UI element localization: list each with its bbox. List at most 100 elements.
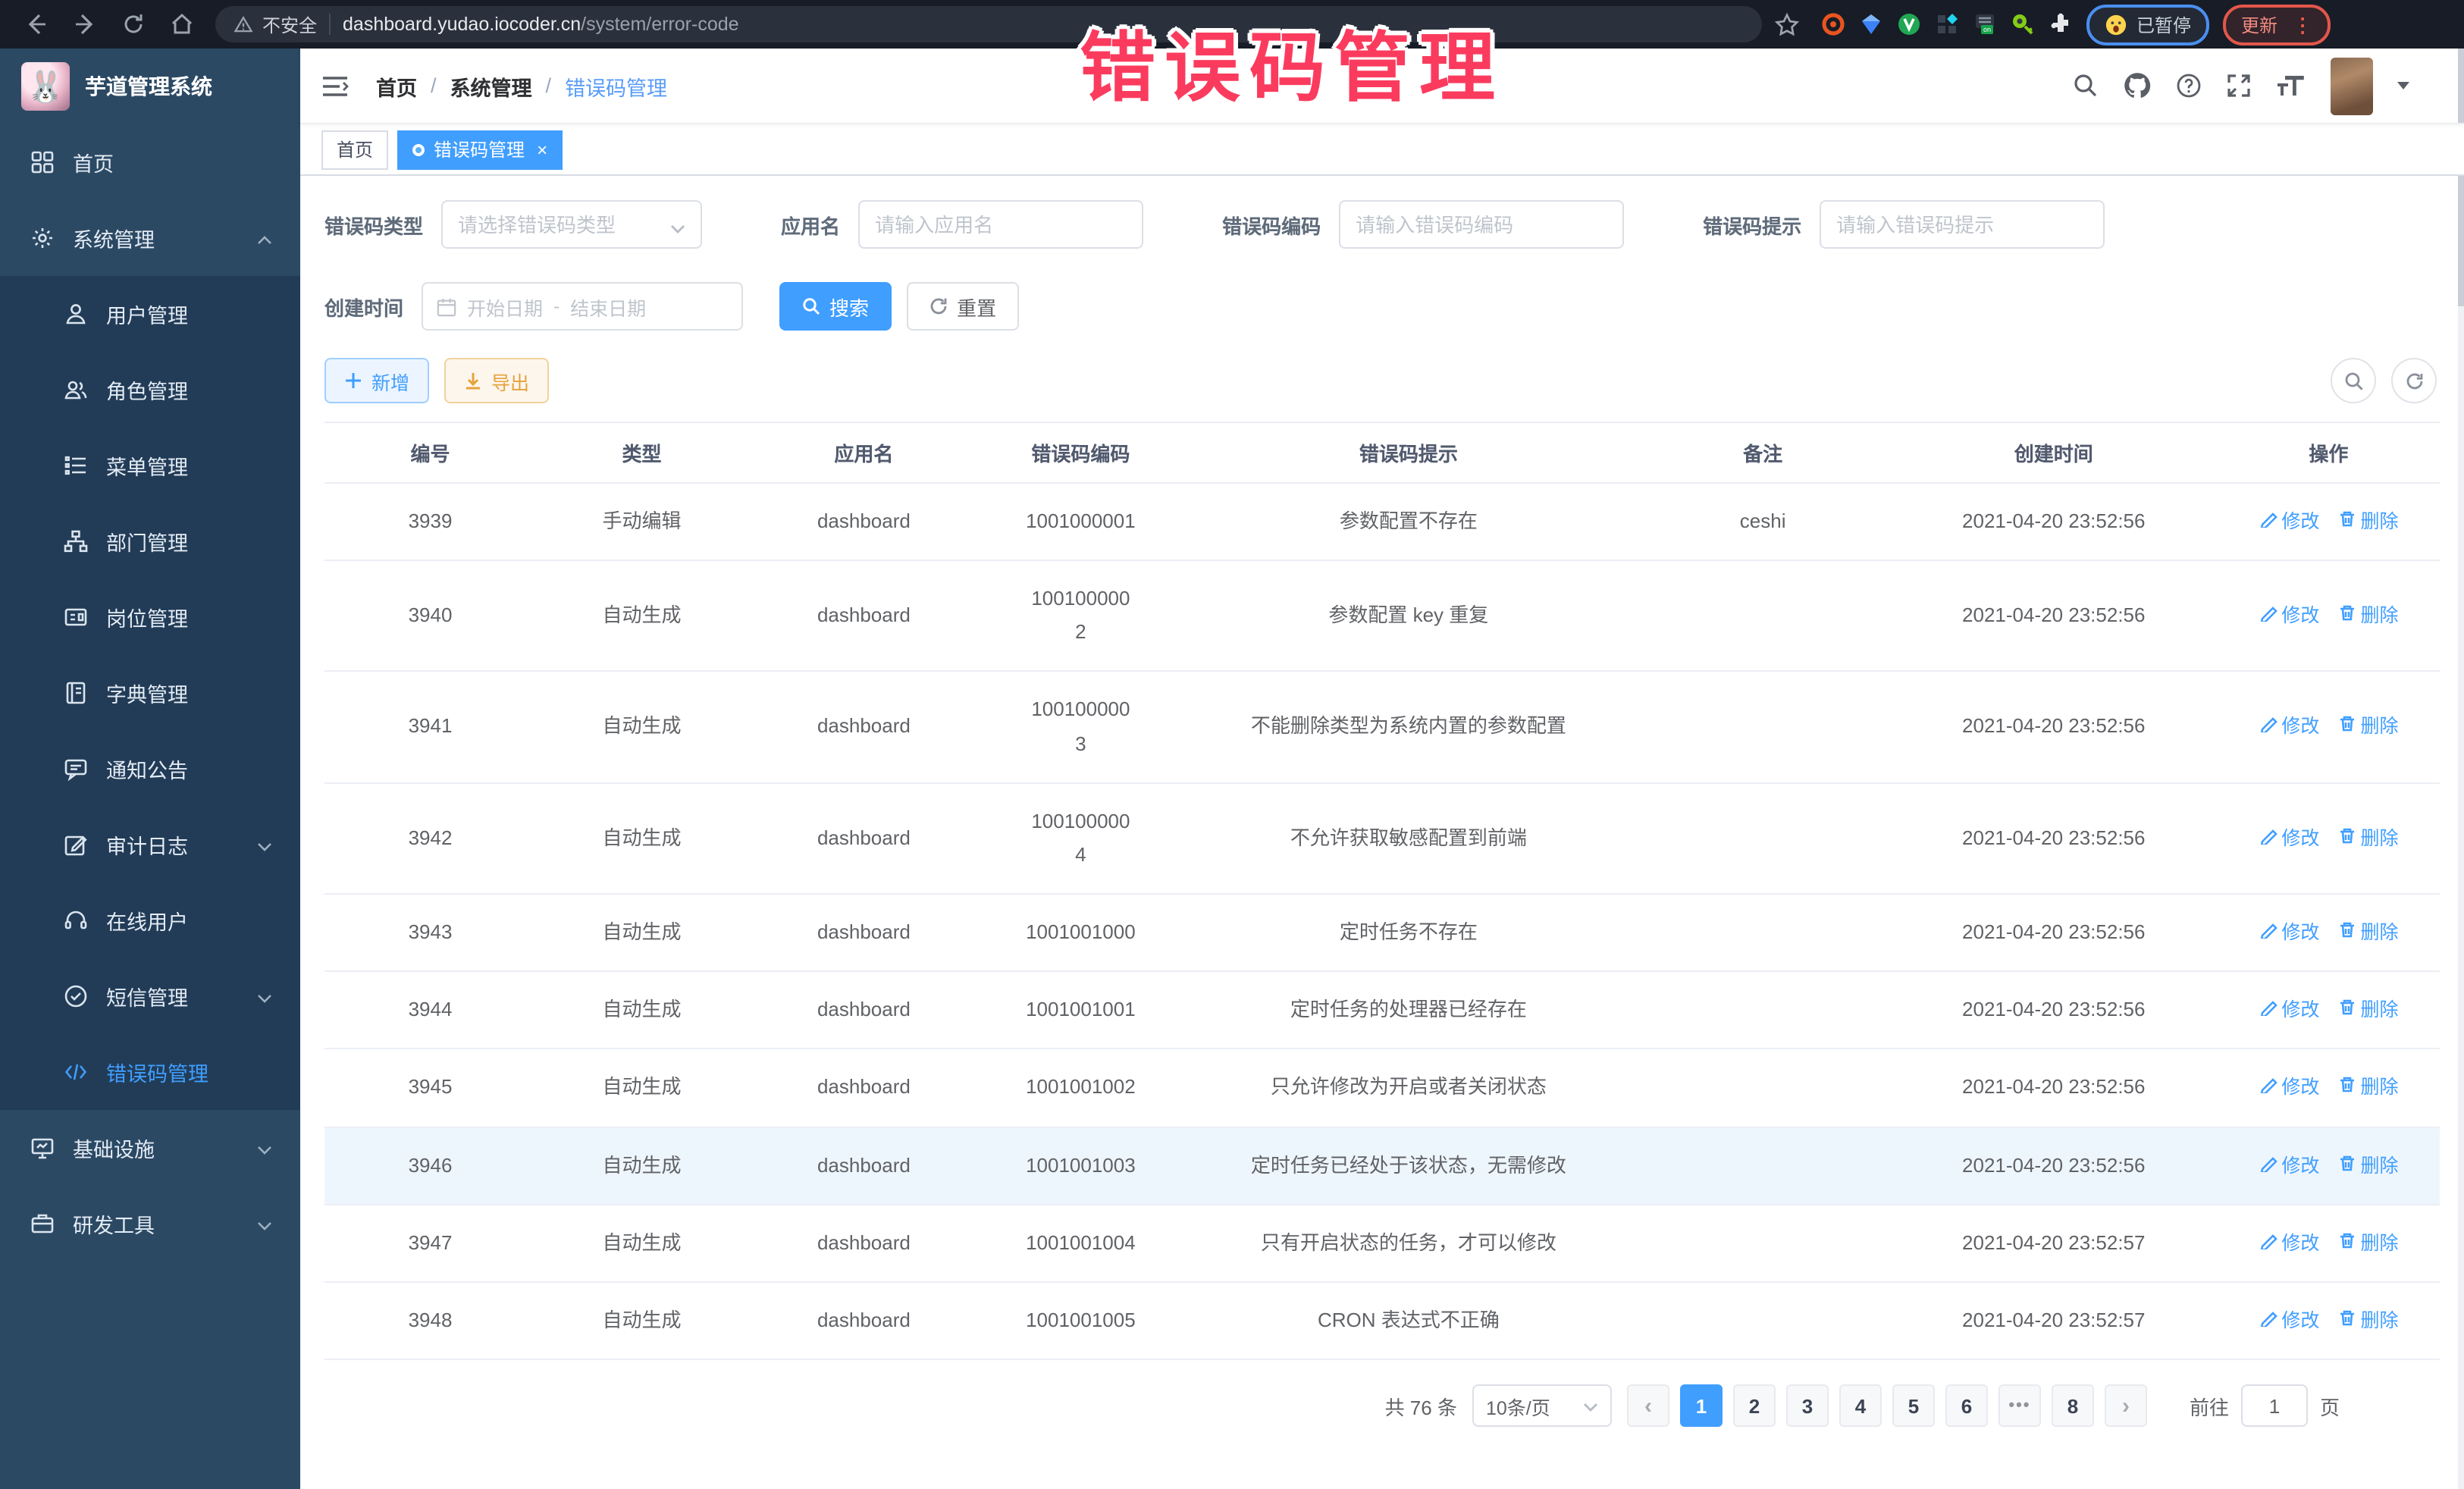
ext-ubuntu-icon[interactable] xyxy=(1821,12,1845,36)
page-button-6[interactable]: 6 xyxy=(1945,1385,1988,1428)
sidebar-item-label: 错误码管理 xyxy=(106,1057,208,1087)
sidebar-item-role-management[interactable]: 角色管理 xyxy=(0,352,300,428)
extension-paused-chip[interactable]: 已暂停 xyxy=(2086,4,2209,45)
goto-page-input[interactable] xyxy=(2241,1385,2308,1428)
edit-link[interactable]: 修改 xyxy=(2259,1073,2319,1105)
browser-home-icon[interactable] xyxy=(170,12,194,36)
browser-reload-icon[interactable] xyxy=(121,12,146,36)
error-hint-input[interactable] xyxy=(1820,200,2105,249)
sidebar-item-dev-tools[interactable]: 研发工具 xyxy=(0,1186,300,1262)
breadcrumb-item[interactable]: 首页 xyxy=(376,71,417,101)
sidebar-item-audit-log[interactable]: 审计日志 xyxy=(0,807,300,882)
bookmark-star-icon[interactable] xyxy=(1774,11,1800,37)
date-range-picker[interactable]: 开始日期 - 结束日期 xyxy=(422,282,743,331)
extensions-puzzle-icon[interactable] xyxy=(2049,12,2073,36)
ext-gem-icon[interactable] xyxy=(1859,12,1883,36)
page-button-3[interactable]: 3 xyxy=(1786,1385,1829,1428)
hamburger-icon[interactable] xyxy=(321,74,349,98)
search-button[interactable]: 搜索 xyxy=(779,282,892,331)
toggle-search-button[interactable] xyxy=(2331,358,2376,403)
row-note xyxy=(1636,1144,1890,1186)
edit-link[interactable]: 修改 xyxy=(2259,712,2319,744)
error-code-input[interactable] xyxy=(1339,200,1624,249)
help-icon[interactable] xyxy=(2176,73,2202,99)
edit-link[interactable]: 修改 xyxy=(2259,506,2319,539)
edit-link[interactable]: 修改 xyxy=(2259,1150,2319,1183)
delete-link[interactable]: 删除 xyxy=(2337,1150,2398,1183)
reset-button[interactable]: 重置 xyxy=(907,282,1019,331)
row-created-time: 2021-04-20 23:52:56 xyxy=(1890,1050,2218,1126)
delete-link[interactable]: 删除 xyxy=(2337,600,2398,633)
ext-tiles-icon[interactable] xyxy=(1935,12,1959,36)
edit-link[interactable]: 修改 xyxy=(2259,1228,2319,1261)
delete-link[interactable]: 删除 xyxy=(2337,1306,2398,1338)
edit-link[interactable]: 修改 xyxy=(2259,1306,2319,1338)
user-avatar[interactable] xyxy=(2331,57,2373,114)
error-code-management-icon xyxy=(64,1060,88,1084)
edit-link[interactable]: 修改 xyxy=(2259,600,2319,633)
font-size-icon[interactable] xyxy=(2276,73,2306,99)
sidebar-item-sms-management[interactable]: 短信管理 xyxy=(0,958,300,1034)
page-button-2[interactable]: 2 xyxy=(1733,1385,1776,1428)
edit-link[interactable]: 修改 xyxy=(2259,917,2319,950)
tab-error-code[interactable]: 错误码管理× xyxy=(397,130,563,169)
browser-update-chip[interactable]: 更新 ⋮ xyxy=(2223,4,2331,45)
page-button-5[interactable]: 5 xyxy=(1892,1385,1935,1428)
ext-green-v-icon[interactable] xyxy=(1897,12,1921,36)
sidebar-item-infrastructure[interactable]: 基础设施 xyxy=(0,1110,300,1186)
browser-menu-dots-icon[interactable]: ⋮ xyxy=(2293,14,2312,34)
fullscreen-icon[interactable] xyxy=(2226,73,2252,99)
delete-link[interactable]: 删除 xyxy=(2337,823,2398,855)
avatar-caret-icon[interactable] xyxy=(2397,82,2409,89)
user-management-icon xyxy=(64,302,88,326)
tab-home[interactable]: 首页 xyxy=(321,130,388,169)
sidebar-item-menu-management[interactable]: 菜单管理 xyxy=(0,428,300,503)
app-logo-row[interactable]: 🐰 芋道管理系统 xyxy=(0,49,300,124)
github-icon[interactable] xyxy=(2123,71,2152,100)
delete-link[interactable]: 删除 xyxy=(2337,712,2398,744)
prev-page-button[interactable]: ‹ xyxy=(1627,1385,1669,1428)
refresh-table-button[interactable] xyxy=(2391,358,2437,403)
export-button[interactable]: 导出 xyxy=(444,358,549,403)
sms-management-icon xyxy=(64,984,88,1008)
window-scrollbar[interactable] xyxy=(2458,49,2464,1489)
delete-link[interactable]: 删除 xyxy=(2337,1228,2398,1261)
edit-link[interactable]: 修改 xyxy=(2259,995,2319,1027)
column-header: 错误码编码 xyxy=(980,438,1181,467)
row-error-hint: 参数配置 key 重复 xyxy=(1181,578,1636,654)
address-bar[interactable]: 不安全 dashboard.yudao.iocoder.cn/system/er… xyxy=(215,6,1762,42)
ext-key-icon[interactable] xyxy=(2011,12,2035,36)
sidebar-item-online-users[interactable]: 在线用户 xyxy=(0,882,300,958)
error-type-select[interactable] xyxy=(441,200,702,249)
delete-link[interactable]: 删除 xyxy=(2337,917,2398,950)
sidebar-item-dict-management[interactable]: 字典管理 xyxy=(0,655,300,731)
sidebar-item-home[interactable]: 首页 xyxy=(0,124,300,200)
browser-back-icon[interactable] xyxy=(24,12,49,36)
add-button[interactable]: 新增 xyxy=(324,358,429,403)
page-button-8[interactable]: 8 xyxy=(2052,1385,2094,1428)
delete-link[interactable]: 删除 xyxy=(2337,995,2398,1027)
row-error-code: 100100000 2 xyxy=(980,562,1181,671)
pagination-ellipsis[interactable]: ••• xyxy=(1998,1385,2041,1428)
breadcrumb-item[interactable]: 系统管理 xyxy=(450,71,532,101)
sidebar-item-post-management[interactable]: 岗位管理 xyxy=(0,579,300,655)
next-page-button[interactable]: › xyxy=(2105,1385,2147,1428)
row-id: 3947 xyxy=(324,1205,536,1281)
page-button-4[interactable]: 4 xyxy=(1839,1385,1882,1428)
ext-on-badge-icon[interactable]: on xyxy=(1973,12,1997,36)
page-button-1[interactable]: 1 xyxy=(1680,1385,1723,1428)
sidebar-item-error-code-management[interactable]: 错误码管理 xyxy=(0,1034,300,1110)
sidebar-item-system-management[interactable]: 系统管理 xyxy=(0,200,300,276)
app-name-input[interactable] xyxy=(858,200,1143,249)
tab-close-icon[interactable]: × xyxy=(537,139,547,160)
sidebar-item-user-management[interactable]: 用户管理 xyxy=(0,276,300,352)
delete-link[interactable]: 删除 xyxy=(2337,506,2398,539)
delete-link[interactable]: 删除 xyxy=(2337,1073,2398,1105)
sidebar-item-dept-management[interactable]: 部门管理 xyxy=(0,503,300,579)
page-size-select[interactable]: 10条/页 xyxy=(1472,1385,1612,1428)
header-search-icon[interactable] xyxy=(2073,73,2099,99)
edit-link[interactable]: 修改 xyxy=(2259,823,2319,855)
browser-forward-icon[interactable] xyxy=(73,12,97,36)
sidebar-item-notice[interactable]: 通知公告 xyxy=(0,731,300,807)
row-id: 3944 xyxy=(324,972,536,1048)
